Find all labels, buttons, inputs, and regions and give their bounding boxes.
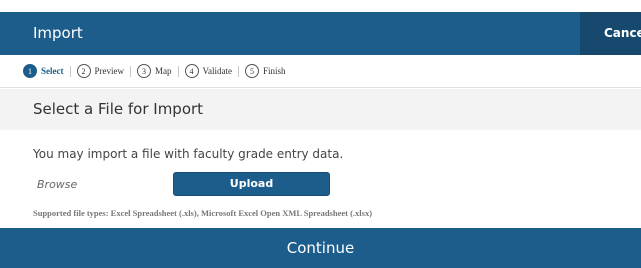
step-divider [177, 65, 179, 77]
step-number-badge: 2 [76, 64, 91, 78]
step-divider [238, 65, 239, 77]
section-header: Select a File for Import [0, 89, 641, 130]
step-number-badge: 1 [23, 64, 37, 78]
step-number-badge: 3 [137, 64, 151, 78]
step-divider [69, 65, 71, 77]
step-divider [130, 65, 131, 77]
step-label: Validate [202, 66, 233, 76]
cancel-button[interactable]: Cancel [580, 12, 641, 55]
import-header: Import Cancel [0, 12, 641, 55]
supported-file-types: Supported file types: Excel Spreadsheet … [33, 208, 373, 218]
step-map[interactable]: 3 Map [137, 64, 172, 78]
step-label: Select [41, 66, 64, 76]
wizard-steps: 1 Select 2 Preview 3 Map 4 Validate 5 Fi… [0, 55, 641, 88]
step-label: Map [155, 66, 172, 76]
dialog-title: Import [33, 24, 83, 42]
step-label: Finish [263, 66, 286, 76]
step-preview[interactable]: 2 Preview [76, 64, 125, 78]
step-select[interactable]: 1 Select [23, 64, 64, 78]
browse-file-input[interactable] [33, 172, 173, 196]
intro-text: You may import a file with faculty grade… [33, 147, 344, 161]
step-number-badge: 5 [245, 64, 259, 78]
step-number-badge: 4 [184, 64, 199, 78]
continue-button[interactable]: Continue [0, 228, 641, 268]
step-finish[interactable]: 5 Finish [245, 64, 286, 78]
section-title: Select a File for Import [33, 100, 204, 118]
upload-button[interactable]: Upload [173, 172, 330, 196]
step-validate[interactable]: 4 Validate [184, 64, 233, 78]
step-label: Preview [94, 66, 125, 76]
